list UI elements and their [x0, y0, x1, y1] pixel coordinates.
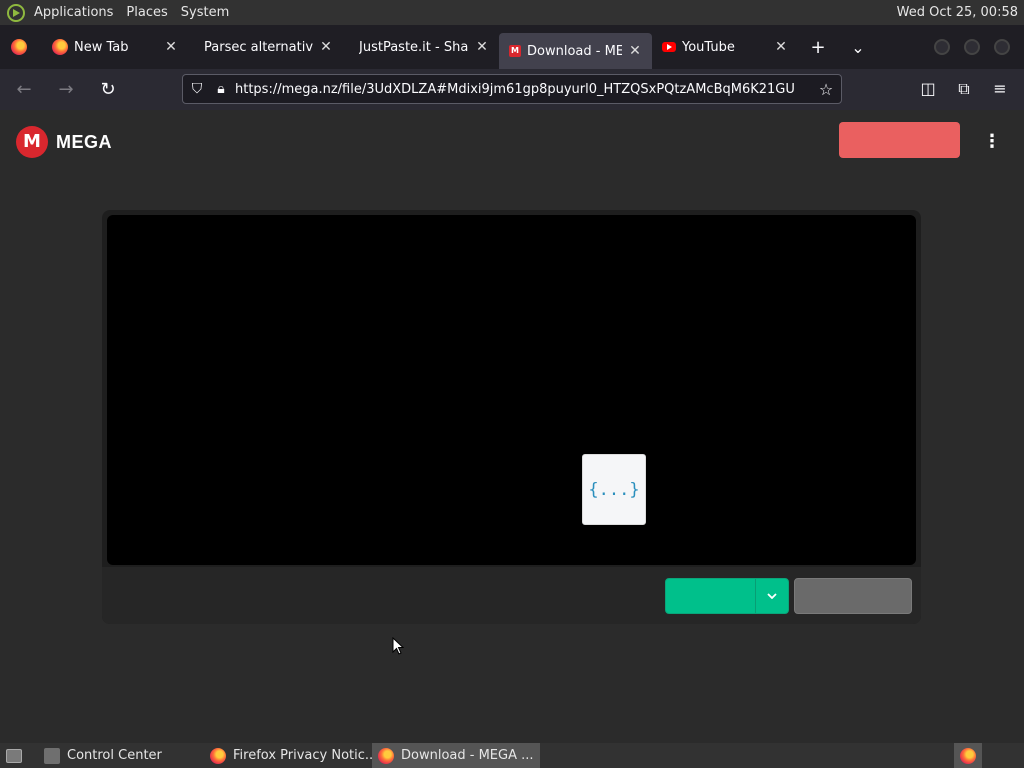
- list-all-tabs-button[interactable]: ⌄: [838, 38, 878, 57]
- taskbar-item-label: Control Center: [67, 748, 162, 763]
- firefox-icon: [52, 39, 68, 55]
- taskbar-item-control-center[interactable]: Control Center: [38, 743, 204, 768]
- app-menu-icon[interactable]: ≡: [990, 79, 1010, 98]
- taskbar-item-label: Download - MEGA ...: [401, 748, 534, 763]
- url-text[interactable]: https://mega.nz/file/3UdXDLZA#Mdixi9jm61…: [235, 82, 811, 97]
- mega-icon: M: [509, 45, 521, 57]
- taskbar-item-firefox-privacy[interactable]: Firefox Privacy Notic...: [204, 743, 377, 768]
- close-tab-icon[interactable]: ✕: [628, 43, 642, 59]
- bookmark-star-icon[interactable]: ☆: [811, 80, 841, 99]
- more-options-icon[interactable]: ⋮: [982, 130, 1002, 154]
- import-button[interactable]: [794, 578, 912, 614]
- tab-title: Download - MEG: [527, 43, 622, 59]
- chevron-down-icon[interactable]: [754, 579, 788, 613]
- firefox-view-icon[interactable]: [11, 39, 27, 55]
- tab-justpaste[interactable]: JustPaste.it - Share ✕: [343, 25, 499, 69]
- tab-title: YouTube: [682, 39, 735, 55]
- close-tab-icon[interactable]: ✕: [475, 39, 489, 55]
- tab-parsec[interactable]: Parsec alternative fo ✕: [188, 25, 343, 69]
- workspace-switcher[interactable]: [954, 743, 982, 768]
- tab-title: JustPaste.it - Share: [359, 39, 469, 55]
- mega-logo[interactable]: M MEGA: [16, 126, 112, 158]
- download-button[interactable]: [665, 578, 789, 614]
- firefox-icon: [210, 747, 226, 764]
- tab-strip: New Tab ✕ Parsec alternative fo ✕ JustPa…: [0, 25, 1024, 69]
- taskbar-item-label: Firefox Privacy Notic...: [233, 748, 378, 763]
- reload-button[interactable]: ↻: [90, 79, 126, 100]
- forward-button[interactable]: →: [48, 79, 84, 100]
- back-button[interactable]: ←: [6, 79, 42, 100]
- control-center-icon: [44, 747, 60, 764]
- address-bar[interactable]: ⛉ 🔒︎ https://mega.nz/file/3UdXDLZA#Mdixi…: [182, 74, 842, 104]
- firefox-icon: [378, 747, 394, 764]
- system-top-panel: Applications Places System Wed Oct 25, 0…: [0, 0, 1024, 25]
- close-tab-icon[interactable]: ✕: [774, 39, 788, 55]
- signup-button[interactable]: [839, 122, 960, 158]
- lock-icon[interactable]: 🔒︎: [211, 81, 231, 97]
- applications-menu[interactable]: Applications: [34, 5, 113, 20]
- mega-logo-icon: M: [16, 126, 48, 158]
- preview-area: [107, 215, 916, 565]
- maximize-window-button[interactable]: [964, 39, 980, 55]
- taskbar-item-mega-download[interactable]: Download - MEGA ...: [372, 743, 540, 768]
- firefox-icon: [960, 747, 976, 764]
- extensions-icon[interactable]: ⧉: [954, 79, 974, 99]
- download-controls: [102, 567, 921, 624]
- close-tab-icon[interactable]: ✕: [319, 39, 333, 55]
- pocket-icon[interactable]: ◫: [918, 79, 938, 98]
- desktop-icon: [6, 748, 22, 763]
- places-menu[interactable]: Places: [126, 5, 167, 20]
- page-content: M MEGA ⋮ {...}: [0, 110, 1024, 743]
- bottom-taskbar: Control Center Firefox Privacy Notic... …: [0, 743, 1024, 768]
- new-tab-button[interactable]: +: [798, 37, 838, 58]
- tab-title: New Tab: [74, 39, 129, 55]
- distro-menu-icon[interactable]: [7, 3, 25, 22]
- close-window-button[interactable]: [994, 39, 1010, 55]
- system-menu[interactable]: System: [181, 5, 229, 20]
- file-viewer: {...}: [102, 210, 921, 624]
- show-desktop-button[interactable]: [0, 743, 28, 768]
- minimize-window-button[interactable]: [934, 39, 950, 55]
- shield-icon[interactable]: ⛉: [183, 81, 211, 97]
- tab-new-tab[interactable]: New Tab ✕: [42, 25, 188, 69]
- navigation-toolbar: ← → ↻ ⛉ 🔒︎ https://mega.nz/file/3UdXDLZA…: [0, 69, 1024, 110]
- youtube-icon: [662, 42, 676, 52]
- mega-logo-text: MEGA: [56, 131, 112, 152]
- close-tab-icon[interactable]: ✕: [164, 39, 178, 55]
- tab-mega-download[interactable]: M Download - MEG ✕: [499, 33, 652, 69]
- download-button-main[interactable]: [666, 579, 755, 613]
- clock[interactable]: Wed Oct 25, 00:58: [897, 5, 1018, 20]
- tab-title: Parsec alternative fo: [204, 39, 313, 55]
- tab-youtube[interactable]: YouTube ✕: [652, 25, 798, 69]
- code-file-icon: {...}: [588, 479, 640, 500]
- file-type-card: {...}: [582, 454, 646, 525]
